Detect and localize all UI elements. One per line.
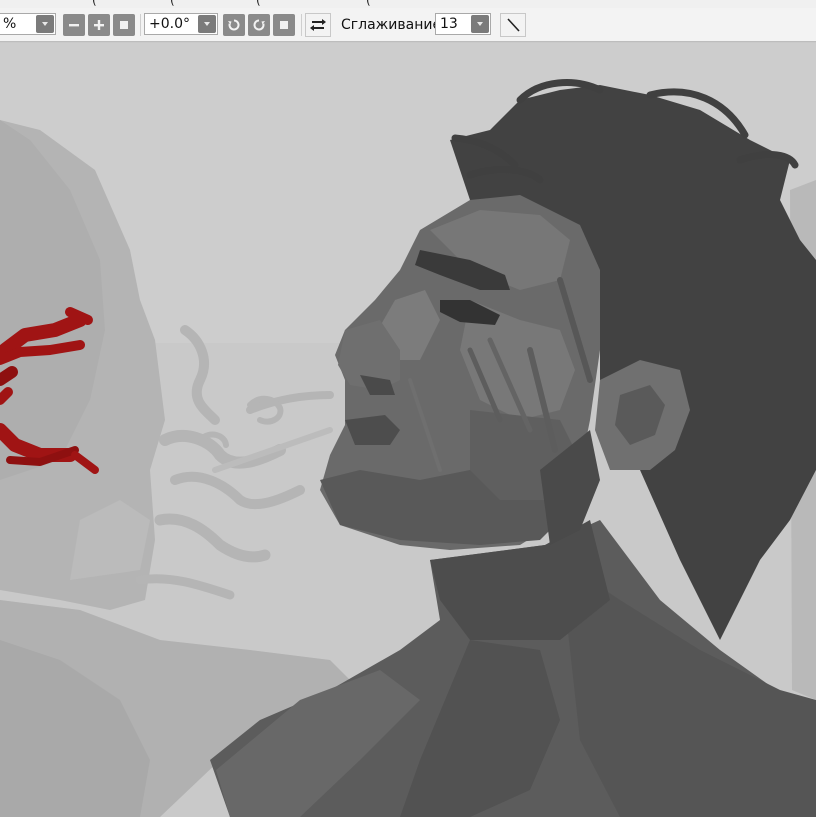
square-icon <box>280 21 288 29</box>
rotate-right-button[interactable] <box>248 14 270 36</box>
rotate-left-icon <box>228 19 240 31</box>
rotate-reset-button[interactable] <box>273 14 295 36</box>
toolbar-divider <box>140 14 141 36</box>
zoom-reset-button[interactable] <box>113 14 135 36</box>
menu-bar: ( ( ( ( <box>0 0 816 8</box>
plus-icon <box>94 20 104 30</box>
menu-item-fragment[interactable]: ( <box>170 0 175 7</box>
zoom-out-button[interactable] <box>63 14 85 36</box>
rotation-angle-combo[interactable]: +0.0° <box>144 13 218 35</box>
menu-item-fragment[interactable]: ( <box>256 0 261 7</box>
menu-item-fragment[interactable]: ( <box>92 0 97 7</box>
paint-app-window: ( ( ( ( % +0.0° Сглаживание 13 <box>0 0 816 817</box>
chevron-down-icon[interactable] <box>36 15 54 33</box>
zoom-in-button[interactable] <box>88 14 110 36</box>
smoothing-combo[interactable]: 13 <box>435 13 491 35</box>
minus-icon <box>69 24 79 27</box>
stabilizer-mode-button[interactable] <box>500 13 526 37</box>
rotation-angle-value: +0.0° <box>149 16 190 32</box>
view-toolbar: % +0.0° Сглаживание 13 <box>0 8 816 42</box>
artwork <box>0 43 816 817</box>
square-icon <box>120 21 128 29</box>
flip-horizontal-icon <box>310 19 326 31</box>
menu-item-fragment[interactable]: ( <box>366 0 371 7</box>
smoothing-value: 13 <box>440 16 458 32</box>
diagonal-line-icon <box>507 18 520 32</box>
chevron-down-icon[interactable] <box>198 15 216 33</box>
chevron-down-icon[interactable] <box>471 15 489 33</box>
smoothing-label: Сглаживание <box>341 17 442 33</box>
rotate-right-icon <box>253 19 265 31</box>
zoom-combo[interactable]: % <box>0 13 56 35</box>
zoom-value: % <box>3 16 17 32</box>
toolbar-divider <box>301 14 302 36</box>
rotate-left-button[interactable] <box>223 14 245 36</box>
flip-horizontal-button[interactable] <box>305 13 331 37</box>
drawing-canvas[interactable] <box>0 43 816 817</box>
